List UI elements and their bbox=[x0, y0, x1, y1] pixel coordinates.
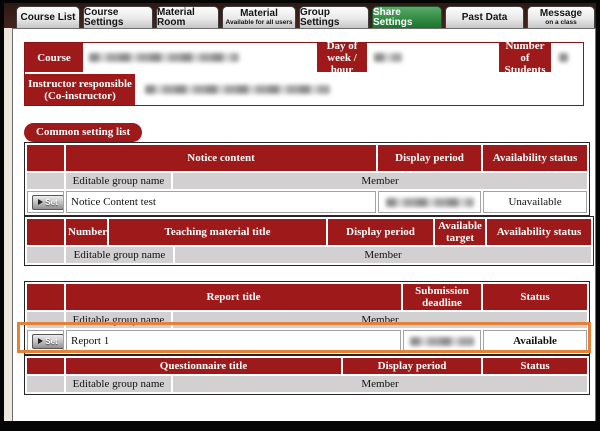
set-button-label: Set bbox=[45, 337, 57, 346]
report-row-deadline bbox=[403, 330, 481, 352]
editable-group-name-header: Editable group name bbox=[66, 376, 171, 392]
material-target-header: Available target bbox=[435, 219, 485, 245]
tab-label: Material Room bbox=[157, 8, 218, 28]
notice-row-action-cell: Set bbox=[27, 191, 64, 213]
tab-group-settings[interactable]: Group Settings bbox=[299, 6, 369, 28]
questionnaire-title-header: Questionnaire title bbox=[66, 358, 341, 374]
number-of-students-value bbox=[553, 43, 583, 72]
questionnaire-period-header: Display period bbox=[343, 358, 481, 374]
course-info-form: Course Day of week / hour Number of Stud… bbox=[24, 42, 584, 106]
material-number-header: Number bbox=[66, 219, 107, 245]
day-of-week-label: Day of week / hour bbox=[317, 43, 367, 72]
member-header: Member bbox=[173, 312, 587, 328]
main-panel: Course Day of week / hour Number of Stud… bbox=[12, 28, 596, 422]
report-row-title: Report 1 bbox=[66, 330, 401, 352]
course-value bbox=[85, 43, 315, 72]
report-deadline-header: Submission deadline bbox=[403, 284, 481, 310]
report-table: Report title Submission deadline Status … bbox=[24, 281, 590, 355]
day-of-week-value bbox=[369, 43, 497, 72]
tab-message[interactable]: Message on a class bbox=[527, 6, 595, 28]
redacted-submission-deadline bbox=[410, 337, 474, 346]
tab-material-room[interactable]: Material Room bbox=[156, 6, 219, 28]
teaching-material-table: Number Teaching material title Display p… bbox=[24, 216, 594, 266]
questionnaire-table: Questionnaire title Display period Statu… bbox=[24, 355, 590, 395]
redacted-instructor-value bbox=[145, 85, 330, 94]
play-icon bbox=[38, 199, 43, 205]
subheader-corner-cell bbox=[27, 247, 64, 263]
tab-bar: Course List Course Settings Material Roo… bbox=[4, 3, 596, 28]
report-row-status: Available bbox=[483, 330, 587, 352]
tab-label: Message bbox=[540, 9, 582, 19]
editable-group-name-header: Editable group name bbox=[66, 312, 171, 328]
report-table-wrapper: Report title Submission deadline Status … bbox=[13, 281, 595, 355]
tab-course-list[interactable]: Course List bbox=[16, 6, 80, 28]
report-title-header: Report title bbox=[66, 284, 401, 310]
editable-group-name-header: Editable group name bbox=[66, 247, 173, 263]
tab-label: Course List bbox=[20, 13, 75, 23]
material-corner-cell bbox=[27, 219, 64, 245]
tab-share-settings[interactable]: Share Settings bbox=[372, 6, 442, 28]
report-row-action-cell: Set bbox=[27, 330, 64, 352]
member-header: Member bbox=[173, 376, 587, 392]
common-setting-list-button[interactable]: Common setting list bbox=[24, 123, 142, 142]
tab-sublabel: Available for all users bbox=[226, 19, 293, 26]
tab-sublabel: on a class bbox=[545, 19, 576, 26]
number-of-students-label: Number of Students bbox=[499, 43, 551, 72]
tab-past-data[interactable]: Past Data bbox=[445, 6, 524, 28]
tab-label: Group Settings bbox=[300, 8, 368, 28]
notice-table: Notice content Display period Availabili… bbox=[24, 142, 590, 216]
redacted-display-period bbox=[386, 198, 474, 207]
instructor-value bbox=[137, 74, 583, 105]
notice-status-header: Availability status bbox=[483, 145, 587, 171]
redacted-students-value bbox=[559, 53, 568, 62]
material-title-header: Teaching material title bbox=[109, 219, 326, 245]
tab-label: Share Settings bbox=[373, 8, 441, 28]
app-window: Course List Course Settings Material Roo… bbox=[0, 0, 600, 431]
tab-label: Material bbox=[240, 9, 278, 19]
tab-course-settings[interactable]: Course Settings bbox=[83, 6, 153, 28]
editable-group-name-header: Editable group name bbox=[66, 173, 171, 189]
member-header: Member bbox=[175, 247, 591, 263]
course-label: Course bbox=[25, 43, 83, 72]
redacted-day-value bbox=[374, 53, 402, 62]
set-button-label: Set bbox=[45, 198, 57, 207]
report-status-header: Status bbox=[483, 284, 587, 310]
notice-row-period bbox=[378, 191, 481, 213]
set-button[interactable]: Set bbox=[32, 334, 64, 349]
member-header: Member bbox=[173, 173, 587, 189]
report-corner-cell bbox=[27, 284, 64, 310]
subheader-corner-cell bbox=[27, 173, 64, 189]
questionnaire-corner-cell bbox=[27, 358, 64, 374]
redacted-course-name bbox=[89, 53, 239, 62]
play-icon bbox=[38, 338, 43, 344]
notice-title-header: Notice content bbox=[66, 145, 376, 171]
questionnaire-status-header: Status bbox=[483, 358, 587, 374]
set-button[interactable]: Set bbox=[32, 195, 64, 210]
material-period-header: Display period bbox=[328, 219, 433, 245]
material-status-header: Availability status bbox=[487, 219, 591, 245]
instructor-label: Instructor responsible (Co-instructor) bbox=[25, 74, 135, 105]
tab-label: Course Settings bbox=[84, 8, 152, 28]
notice-corner-cell bbox=[27, 145, 64, 171]
subheader-corner-cell bbox=[27, 376, 64, 392]
notice-row-title: Notice Content test bbox=[66, 191, 376, 213]
subheader-corner-cell bbox=[27, 312, 64, 328]
notice-period-header: Display period bbox=[378, 145, 481, 171]
tab-material-all-users[interactable]: Material Available for all users bbox=[222, 6, 296, 28]
tab-label: Past Data bbox=[462, 13, 508, 23]
notice-row-status: Unavailable bbox=[483, 191, 587, 213]
